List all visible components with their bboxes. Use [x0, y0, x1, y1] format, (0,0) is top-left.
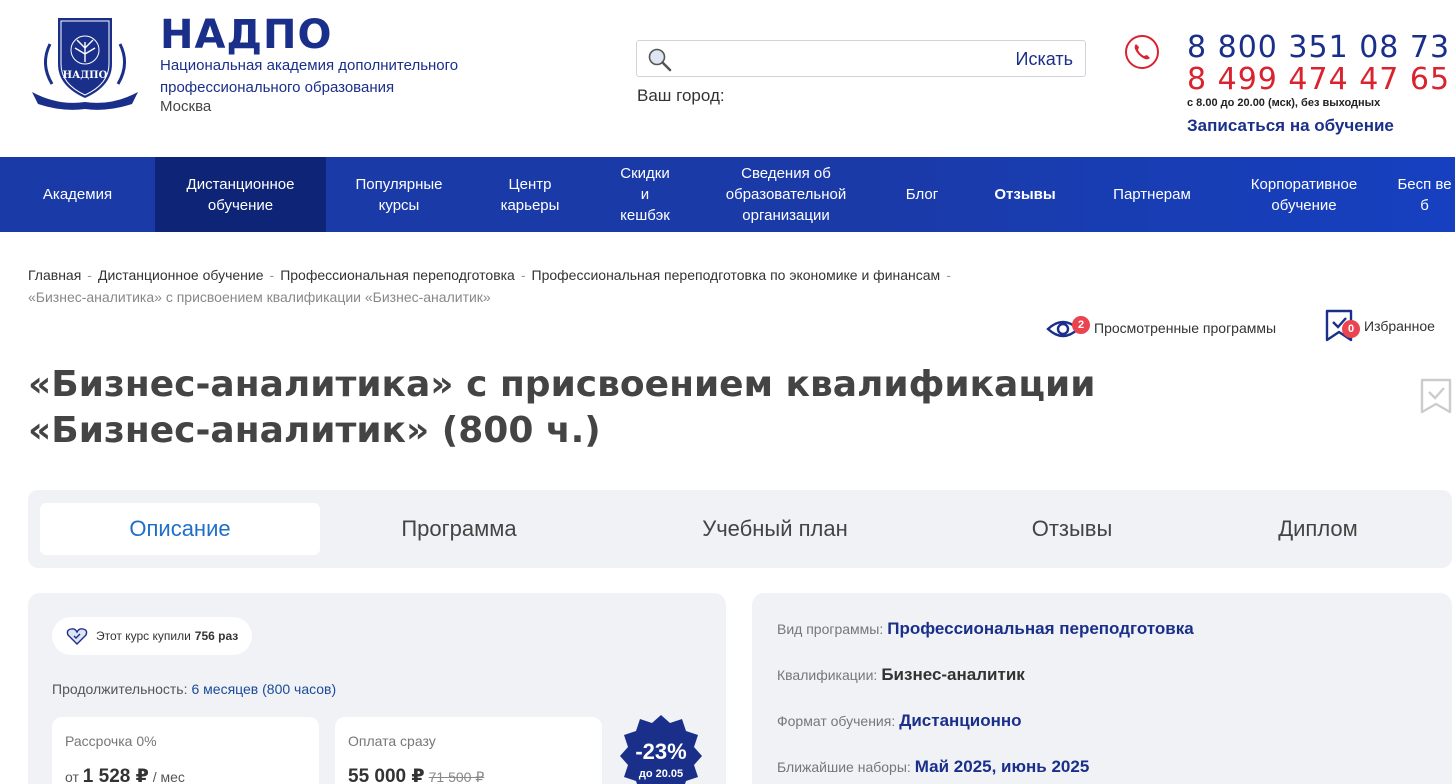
- search-bar: Искать: [636, 40, 1086, 77]
- full-payment-option[interactable]: Оплата сразу 55 000 ₽71 500 ₽: [335, 717, 602, 784]
- city-selector[interactable]: Ваш город:: [637, 86, 725, 106]
- main-nav: Академия Дистанционное обучение Популярн…: [0, 157, 1455, 232]
- nav-item-distance-learning[interactable]: Дистанционное обучение: [155, 157, 326, 232]
- svg-text:НАДПО: НАДПО: [63, 70, 108, 81]
- viewed-programs[interactable]: 2 Просмотренные программы: [1046, 312, 1276, 344]
- viewed-label: Просмотренные программы: [1094, 320, 1277, 336]
- working-hours: с 8.00 до 20.00 (мск), без выходных: [1187, 97, 1381, 109]
- info-program-type: Вид программы: Профессиональная переподго…: [777, 619, 1194, 638]
- favorites-count-badge: 0: [1342, 320, 1360, 338]
- full-payment-title: Оплата сразу: [348, 733, 436, 749]
- nav-item-org-info[interactable]: Сведения об образовательной организации: [702, 157, 870, 232]
- tab-description[interactable]: Описание: [40, 503, 320, 555]
- installment-price: от 1 528 ₽ / мес: [65, 766, 185, 784]
- nav-item-career-center[interactable]: Центр карьеры: [472, 157, 588, 232]
- discount-until: до 20.05: [638, 768, 684, 780]
- purchase-card: Этот курс купили 756 раз Продолжительност…: [28, 593, 726, 784]
- duration-value: 6 месяцев (800 часов): [191, 681, 337, 697]
- phone-icon: [1125, 35, 1159, 69]
- breadcrumb-retraining[interactable]: Профессиональная переподготовка: [280, 267, 515, 283]
- search-icon: [648, 48, 672, 72]
- info-format: Формат обучения: Дистанционно: [777, 711, 1022, 730]
- breadcrumb-home[interactable]: Главная: [28, 267, 81, 283]
- breadcrumb: Главная - Дистанционное обучение - Профессио…: [28, 267, 951, 305]
- breadcrumb-distance[interactable]: Дистанционное обучение: [98, 267, 264, 283]
- bought-badge: Этот курс купили 756 раз: [52, 617, 253, 655]
- brand-subtitle: Национальная академия дополнительного пр…: [160, 57, 459, 96]
- nav-item-partners[interactable]: Партнерам: [1076, 157, 1228, 232]
- duration-label: Продолжительность:: [52, 681, 188, 697]
- search-button[interactable]: Искать: [1016, 49, 1073, 70]
- academy-logo[interactable]: НАДПО: [28, 14, 142, 112]
- search-input[interactable]: [679, 45, 1009, 72]
- tab-curriculum[interactable]: Учебный план: [640, 503, 910, 555]
- full-payment-price: 55 000 ₽71 500 ₽: [348, 766, 485, 784]
- viewed-count-badge: 2: [1072, 316, 1090, 334]
- program-tabs: Описание Программа Учебный план Отзывы Д…: [28, 490, 1452, 568]
- nav-item-reviews[interactable]: Отзывы: [974, 157, 1076, 232]
- add-to-favorites-icon[interactable]: [1418, 376, 1454, 416]
- discount-percent: -23%: [635, 739, 687, 764]
- installment-title: Рассрочка 0%: [65, 733, 157, 749]
- installment-option[interactable]: Рассрочка 0% от 1 528 ₽ / мес: [52, 717, 319, 784]
- favorites-label: Избранное: [1364, 318, 1435, 334]
- info-enrollment: Ближайшие наборы: Май 2025, июнь 2025: [777, 757, 1090, 776]
- tab-reviews[interactable]: Отзывы: [952, 503, 1192, 555]
- brand-city: Москва: [160, 98, 212, 115]
- info-qualification: Квалификации: Бизнес-аналитик: [777, 665, 1025, 684]
- nav-item-blog[interactable]: Блог: [870, 157, 974, 232]
- phone-secondary[interactable]: 8 499 474 47 65: [1187, 62, 1450, 97]
- nav-item-corporate[interactable]: Корпоративное обучение: [1228, 157, 1380, 232]
- tab-diploma[interactable]: Диплом: [1208, 503, 1428, 555]
- nav-item-discounts[interactable]: Скидки и кешбэк: [588, 157, 702, 232]
- duration: Продолжительность: 6 месяцев (800 часов): [52, 681, 336, 697]
- nav-item-free-webinars[interactable]: Бесп веб: [1380, 157, 1455, 232]
- brand-name[interactable]: НАДПО: [160, 12, 333, 58]
- page-title: «Бизнес-аналитика» с присвоением квалифи…: [28, 364, 1096, 451]
- phone-primary[interactable]: 8 800 351 08 73: [1187, 30, 1450, 65]
- nav-item-academy[interactable]: Академия: [0, 157, 155, 232]
- bought-prefix: Этот курс купили: [96, 629, 191, 643]
- heart-tag-icon: [66, 628, 88, 645]
- program-info-card: Вид программы: Профессиональная переподго…: [752, 593, 1452, 784]
- nav-item-popular-courses[interactable]: Популярные курсы: [326, 157, 472, 232]
- favorites[interactable]: 0 Избранное: [1324, 308, 1435, 344]
- enroll-link[interactable]: Записаться на обучение: [1187, 116, 1394, 136]
- breadcrumb-current: «Бизнес-аналитика» с присвоением квалифи…: [28, 289, 491, 305]
- breadcrumb-economics[interactable]: Профессиональная переподготовка по эконо…: [532, 267, 941, 283]
- tab-program[interactable]: Программа: [328, 503, 590, 555]
- site-header: НАДПО НАДПО Национальная академия дополн…: [0, 0, 1455, 157]
- bought-count: 756 раз: [194, 629, 239, 643]
